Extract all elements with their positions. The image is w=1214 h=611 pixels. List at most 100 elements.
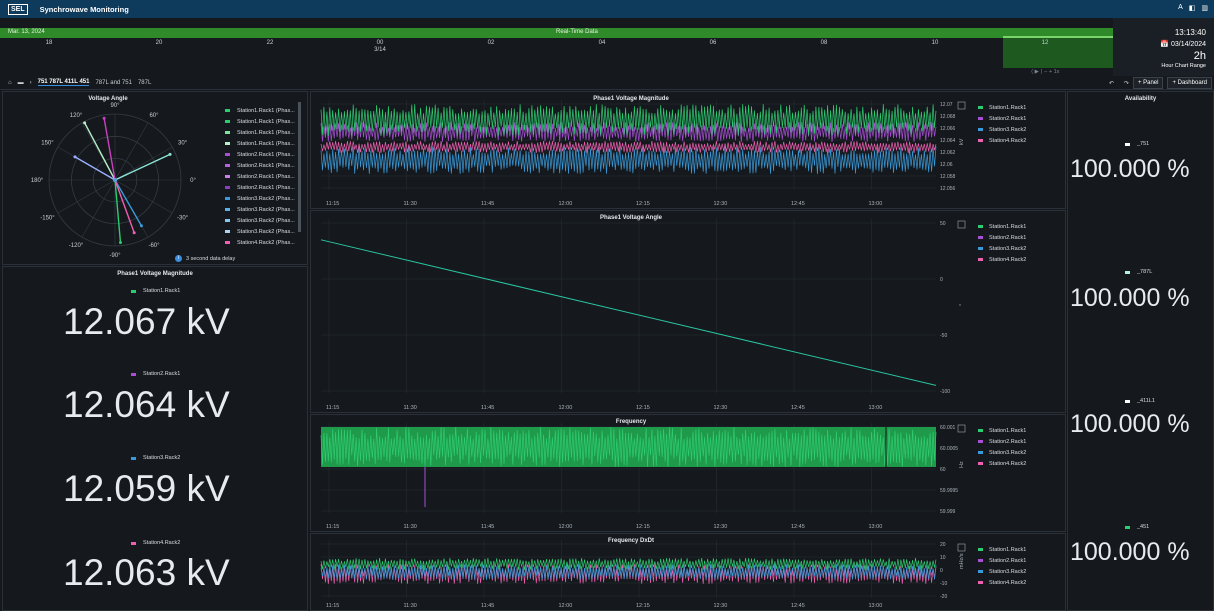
legend-label[interactable]: Station4.Rack2 [989, 461, 1026, 467]
polar-legend-item[interactable]: Station2.Rack1 (Phas... [225, 160, 295, 171]
legend-swatch [978, 128, 983, 131]
y-tick-label: 60 [940, 467, 946, 473]
magnitude-value: 12.063 kV [63, 552, 230, 593]
availability-name: _787L [1137, 269, 1153, 275]
polar-legend-item[interactable]: Station3.Rack2 (Phas... [225, 204, 295, 215]
legend-scrollbar[interactable] [298, 102, 301, 232]
magnitude-chart[interactable]: 11:15 11:30 11:45 12:00 12:15 12:30 12:45 13:00… [311, 92, 1066, 209]
y-tick-label: 60.0005 [940, 446, 958, 452]
x-tick-label: 11:15 [326, 524, 339, 530]
undo-icon[interactable]: ↶ [1109, 80, 1114, 87]
polar-legend-item[interactable]: Station2.Rack1 (Phas... [225, 149, 295, 160]
home-icon[interactable]: ⌂ [8, 80, 12, 86]
x-tick-label: 12:00 [559, 405, 573, 411]
phasor-tip [118, 240, 122, 244]
polar-angle-label: 90° [110, 103, 120, 109]
legend-label[interactable]: Station4.Rack2 [989, 138, 1026, 144]
add-panel-button[interactable]: + Panel [1132, 77, 1164, 89]
clock-panel: 13:13:40 📅 03/14/2024 2h Hour Chart Rang… [1113, 18, 1214, 76]
polar-chart[interactable]: 90° 60° 30° 0° -30° -60° -90° -120° -150° 180° 150… [3, 92, 223, 265]
timeline-tick: 02 [487, 40, 495, 46]
polar-legend-item[interactable]: Station1.Rack1 (Phas... [225, 127, 295, 138]
legend-swatch [225, 186, 230, 189]
magnitude-values-panel: Phase1 Voltage Magnitude Station1.Rack1 1… [2, 266, 308, 611]
legend-label[interactable]: Station1.Rack1 [989, 224, 1026, 230]
legend-label[interactable]: Station1.Rack1 [989, 428, 1026, 434]
tab-dashboard-3[interactable]: 787L [138, 80, 151, 86]
x-tick-label: 11:30 [404, 201, 417, 207]
polar-legend-item[interactable]: Station2.Rack1 (Phas... [225, 171, 295, 182]
frequency-chart-panel: Frequency 11:15 11:30 11:45 12:00 12:15 12:30… [310, 414, 1066, 532]
font-size-icon[interactable]: A [1178, 4, 1183, 12]
data-delay-note: i 3 second data delay [175, 255, 235, 262]
legend-label[interactable]: Station1.Rack1 [989, 547, 1026, 553]
legend-label[interactable]: Station3.Rack2 [989, 127, 1026, 133]
phasor-tip [83, 121, 87, 125]
legend-swatch [978, 570, 983, 573]
chart-range-label: Hour Chart Range [1161, 63, 1206, 69]
polar-legend-item[interactable]: Station3.Rack2 (Phas... [225, 215, 295, 226]
phasor-tip [102, 116, 106, 120]
add-dashboard-button[interactable]: + Dashboard [1167, 77, 1212, 89]
polar-spoke [57, 179, 116, 214]
dxdt-chart-panel: Frequency DxDt 11:15 11:30 11:45 12:00 12:15… [310, 533, 1066, 611]
legend-label[interactable]: Station3.Rack2 [989, 246, 1026, 252]
polar-legend-item[interactable]: Station4.Rack2 (Phas... [225, 237, 295, 248]
y-tick-label: 10 [940, 555, 946, 561]
legend-label[interactable]: Station3.Rack2 [989, 450, 1026, 456]
angle-chart[interactable]: 11:15 11:30 11:45 12:00 12:15 12:30 12:45 13:00… [311, 211, 1066, 413]
polar-legend-label: Station2.Rack1 (Phas... [237, 151, 295, 158]
legend-swatch [131, 456, 136, 460]
x-tick-label: 11:45 [481, 405, 494, 411]
legend-swatch [1125, 142, 1130, 146]
polar-angle-label: 180° [31, 178, 44, 184]
polar-legend-item[interactable]: Station2.Rack1 (Phas... [225, 182, 295, 193]
current-date[interactable]: 📅 03/14/2024 [1113, 40, 1206, 48]
dxdt-chart[interactable]: 11:15 11:30 11:45 12:00 12:15 12:30 12:45 13:00… [311, 534, 1066, 611]
polar-legend-label: Station2.Rack1 (Phas... [237, 162, 295, 169]
timeline-nav-controls[interactable]: ⟨ ▶ ⟩ − + 1x [1031, 69, 1059, 75]
timeline-tick: 04 [598, 40, 606, 46]
grid-menu-icon[interactable]: ▥ [1201, 4, 1208, 12]
polar-angle-label: -60° [148, 243, 160, 249]
x-tick-label: 12:15 [636, 524, 650, 530]
y-tick-label: 12.056 [940, 186, 956, 192]
legend-label[interactable]: Station2.Rack1 [989, 558, 1026, 564]
current-time: 13:13:40 [1174, 28, 1206, 37]
chart-range-value[interactable]: 2h [1113, 50, 1206, 62]
polar-legend: Station1.Rack1 (Phas... Station1.Rack1 (P… [225, 105, 295, 248]
folder-icon[interactable]: ▬ [18, 80, 24, 86]
redo-icon[interactable]: ↷ [1124, 80, 1129, 87]
panel-menu-icon[interactable] [957, 220, 966, 229]
legend-label[interactable]: Station2.Rack1 [989, 439, 1026, 445]
theme-toggle-icon[interactable]: ◧ [1189, 4, 1196, 12]
legend-label[interactable]: Station3.Rack2 [989, 569, 1026, 575]
x-tick-label: 11:45 [481, 201, 494, 207]
x-tick-label: 12:45 [791, 524, 805, 530]
selection-handle[interactable] [1003, 36, 1113, 38]
polar-legend-item[interactable]: Station1.Rack1 (Phas... [225, 105, 295, 116]
polar-spoke [114, 122, 149, 181]
x-tick-label: 12:30 [714, 524, 728, 530]
x-tick-label: 12:45 [791, 201, 805, 207]
legend-label[interactable]: Station2.Rack1 [989, 116, 1026, 122]
polar-legend-item[interactable]: Station3.Rack2 (Phas... [225, 193, 295, 204]
frequency-chart[interactable]: 11:15 11:30 11:45 12:00 12:15 12:30 12:45 13:00… [311, 415, 1066, 532]
availability-value: 100.000 % [1070, 410, 1190, 438]
legend-label[interactable]: Station1.Rack1 [989, 105, 1026, 111]
tab-dashboard-1[interactable]: 751 787L 411L 451 [37, 79, 90, 86]
legend-label[interactable]: Station2.Rack1 [989, 235, 1026, 241]
panel-menu-icon[interactable] [957, 543, 966, 552]
legend-label[interactable]: Station4.Rack2 [989, 257, 1026, 263]
panel-menu-icon[interactable] [957, 424, 966, 433]
polar-legend-item[interactable]: Station3.Rack2 (Phas... [225, 226, 295, 237]
panel-menu-icon[interactable] [957, 101, 966, 110]
polar-legend-item[interactable]: Station1.Rack1 (Phas... [225, 138, 295, 149]
legend-swatch [225, 164, 230, 167]
legend-swatch [978, 559, 983, 562]
polar-legend-item[interactable]: Station1.Rack1 (Phas... [225, 116, 295, 127]
tab-dashboard-2[interactable]: 787L and 751 [95, 80, 131, 86]
timeline-tick: 06 [709, 40, 717, 46]
legend-label[interactable]: Station4.Rack2 [989, 580, 1026, 586]
polar-legend-label: Station1.Rack1 (Phas... [237, 118, 295, 125]
